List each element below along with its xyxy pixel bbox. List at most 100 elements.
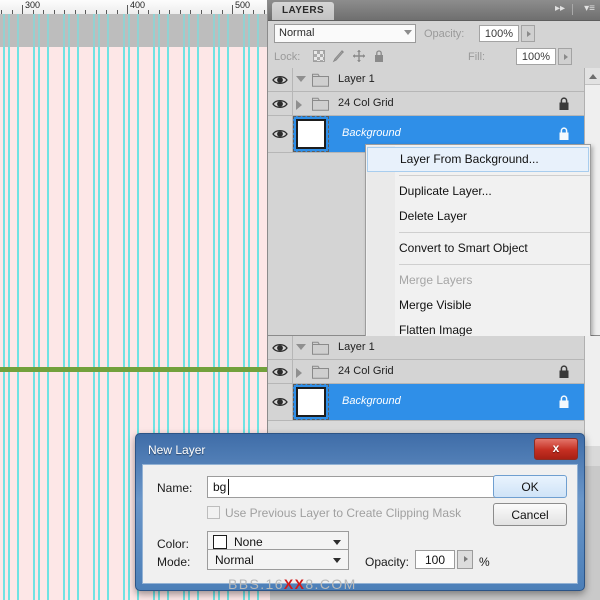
lock-position-icon[interactable] bbox=[352, 49, 366, 63]
ruler-tick-major bbox=[22, 5, 23, 14]
ruler-label: 300 bbox=[25, 0, 41, 10]
opacity-label: Opacity: bbox=[424, 28, 465, 40]
fill-label: Fill: bbox=[468, 51, 486, 63]
ruler-tick-major bbox=[232, 5, 233, 14]
folder-icon bbox=[312, 73, 329, 87]
horizontal-ruler[interactable]: 300400500600700 bbox=[0, 0, 270, 15]
layer-row[interactable]: 24 Col Grid bbox=[268, 92, 584, 116]
layer-row[interactable]: Layer 1 bbox=[268, 336, 584, 360]
lock-pixels-icon[interactable] bbox=[332, 49, 346, 63]
ok-button[interactable]: OK bbox=[493, 475, 567, 498]
panel-menu-icon[interactable]: ▾≡ bbox=[584, 4, 595, 14]
layer-visibility-toggle[interactable] bbox=[268, 116, 293, 152]
dialog-opacity-label: Opacity: bbox=[365, 555, 410, 569]
tab-layers[interactable]: LAYERS bbox=[272, 2, 335, 20]
context-menu-separator bbox=[399, 232, 590, 233]
watermark-highlight: XX bbox=[283, 576, 306, 592]
layer-row[interactable]: Background bbox=[268, 384, 584, 421]
color-label: Color: bbox=[157, 537, 190, 551]
ruler-label: 500 bbox=[235, 0, 251, 10]
percent-symbol: % bbox=[479, 555, 490, 569]
layer-visibility-toggle[interactable] bbox=[268, 68, 293, 91]
tabbar-divider bbox=[572, 4, 573, 15]
layer-visibility-toggle[interactable] bbox=[268, 384, 293, 420]
layer-name[interactable]: Background bbox=[342, 127, 401, 139]
horizontal-guide-line bbox=[0, 367, 270, 372]
layer-name[interactable]: Layer 1 bbox=[338, 73, 375, 85]
blend-mode-row: Normal Opacity: 100% bbox=[268, 21, 600, 45]
eye-icon bbox=[272, 366, 288, 378]
context-menu-item[interactable]: Duplicate Layer... bbox=[366, 179, 590, 204]
layer-context-menu[interactable]: Layer From Background... Duplicate Layer.… bbox=[365, 144, 591, 346]
ruler-label: 400 bbox=[130, 0, 146, 10]
color-value: None bbox=[234, 535, 263, 549]
mode-value: Normal bbox=[215, 553, 254, 567]
watermark: BBS.16XX8.COM bbox=[228, 576, 357, 592]
close-button[interactable]: x bbox=[534, 438, 578, 460]
layer-row[interactable]: 24 Col Grid bbox=[268, 360, 584, 384]
folder-icon bbox=[312, 341, 329, 355]
layer-thumbnail[interactable] bbox=[296, 387, 326, 417]
chevron-down-icon bbox=[333, 540, 341, 545]
eye-icon bbox=[272, 128, 288, 140]
eye-icon bbox=[272, 74, 288, 86]
clipping-mask-checkbox[interactable] bbox=[207, 506, 220, 519]
chevron-down-icon[interactable] bbox=[296, 343, 306, 350]
dialog-title: New Layer bbox=[148, 443, 206, 457]
layer-name-input[interactable]: bg bbox=[207, 476, 501, 498]
opacity-stepper[interactable] bbox=[521, 25, 535, 42]
context-menu-item[interactable]: Delete Layer bbox=[366, 204, 590, 229]
layer-visibility-toggle[interactable] bbox=[268, 336, 293, 359]
layer-name[interactable]: Layer 1 bbox=[338, 341, 375, 353]
dialog-opacity-input[interactable]: 100 bbox=[415, 550, 455, 569]
layer-visibility-toggle[interactable] bbox=[268, 360, 293, 383]
context-menu-separator bbox=[399, 175, 590, 176]
text-caret bbox=[228, 479, 229, 495]
layer-name[interactable]: 24 Col Grid bbox=[338, 365, 394, 377]
blend-mode-select[interactable]: Normal bbox=[274, 24, 416, 43]
eye-icon bbox=[272, 342, 288, 354]
layer-row[interactable]: Layer 1 bbox=[268, 68, 584, 92]
new-layer-dialog[interactable]: New Layer x Name: bg Use Previous Layer … bbox=[135, 433, 585, 591]
layer-thumbnail[interactable] bbox=[296, 119, 326, 149]
scroll-up-arrow-icon[interactable] bbox=[585, 68, 600, 85]
layer-visibility-toggle[interactable] bbox=[268, 92, 293, 115]
lock-label: Lock: bbox=[274, 51, 301, 63]
lock-icon bbox=[558, 96, 570, 111]
eye-icon bbox=[272, 98, 288, 110]
context-menu-separator bbox=[399, 264, 590, 265]
double-chevron-right-icon[interactable]: ▸▸ bbox=[555, 4, 565, 14]
chevron-down-icon bbox=[333, 558, 341, 563]
canvas-matte-top bbox=[0, 14, 270, 47]
dialog-title-bar[interactable]: New Layer x bbox=[142, 438, 580, 462]
layers-scrollbar-secondary[interactable] bbox=[584, 336, 600, 446]
context-menu-item[interactable]: Convert to Smart Object bbox=[366, 236, 590, 261]
fill-stepper[interactable] bbox=[558, 48, 572, 65]
chevron-right-icon[interactable] bbox=[296, 367, 302, 378]
panel-tab-bar[interactable]: LAYERS ▸▸ ▾≡ bbox=[268, 0, 600, 21]
layer-list-secondary[interactable]: Layer 1 24 Col Grid Background bbox=[268, 336, 584, 421]
ruler-tick-major bbox=[127, 5, 128, 14]
layer-name[interactable]: Background bbox=[342, 395, 401, 407]
blend-mode-value: Normal bbox=[279, 27, 315, 39]
dialog-opacity-stepper[interactable] bbox=[457, 550, 473, 569]
chevron-right-icon[interactable] bbox=[296, 99, 302, 110]
context-menu-item: Merge Layers bbox=[399, 273, 473, 287]
fill-input[interactable]: 100% bbox=[516, 48, 556, 65]
context-menu-item[interactable]: Merge Visible bbox=[366, 293, 590, 318]
lock-all-icon[interactable] bbox=[372, 49, 386, 63]
folder-icon bbox=[312, 365, 329, 379]
cancel-button[interactable]: Cancel bbox=[493, 503, 567, 526]
lock-row: Lock: Fill: 100% bbox=[268, 45, 600, 69]
layer-name[interactable]: 24 Col Grid bbox=[338, 97, 394, 109]
mode-label: Mode: bbox=[157, 555, 191, 569]
lock-transparency-icon[interactable] bbox=[312, 49, 326, 63]
mode-select[interactable]: Normal bbox=[207, 549, 349, 570]
opacity-input[interactable]: 100% bbox=[479, 25, 519, 42]
folder-icon bbox=[312, 97, 329, 111]
chevron-down-icon[interactable] bbox=[296, 75, 306, 82]
column-grid-guides-matte bbox=[0, 14, 270, 47]
close-icon: x bbox=[552, 441, 560, 455]
context-menu-item[interactable]: Layer From Background... bbox=[367, 147, 589, 172]
lock-icon bbox=[558, 395, 570, 409]
